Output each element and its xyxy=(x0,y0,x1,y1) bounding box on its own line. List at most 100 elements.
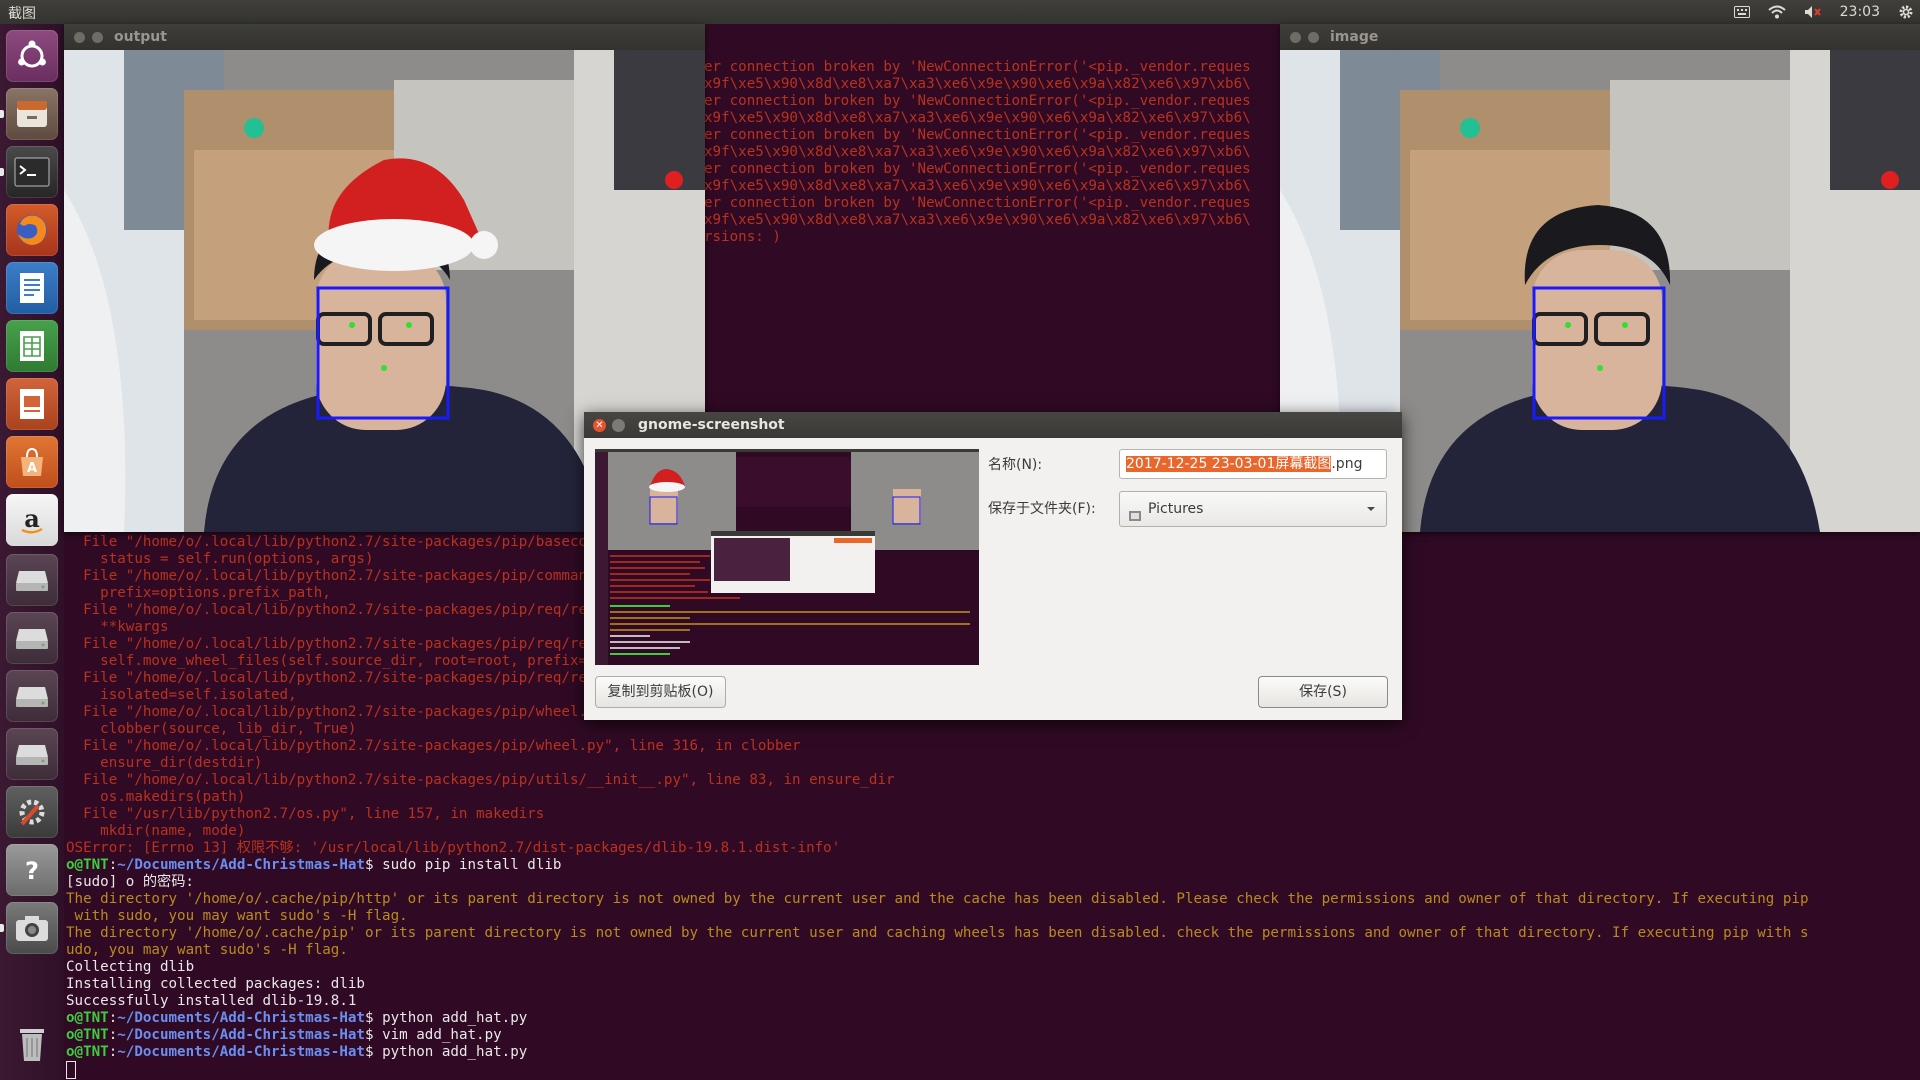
prompt-separator: : xyxy=(108,1010,118,1026)
terminal-line: er connection broken by 'NewConnectionEr… xyxy=(704,195,1251,211)
prompt-user: o@TNT xyxy=(66,857,109,873)
amazon-icon[interactable]: a xyxy=(6,494,58,546)
terminal-prompt-line: o@TNT:~/Documents/Add-Christmas-Hat$ vim… xyxy=(66,1027,1809,1044)
prompt-user: o@TNT xyxy=(66,1044,109,1060)
svg-text:?: ? xyxy=(25,857,39,885)
terminal-icon[interactable] xyxy=(6,146,58,198)
keyboard-icon[interactable] xyxy=(1733,6,1750,18)
prompt-command: $ python add_hat.py xyxy=(364,1010,528,1026)
hard-drive-icon[interactable] xyxy=(6,554,58,606)
terminal-line: Successfully installed dlib-19.8.1 xyxy=(66,993,357,1009)
settings-wrench-icon[interactable] xyxy=(6,786,58,838)
active-app-name: 截图 xyxy=(8,6,36,22)
prompt-separator: : xyxy=(108,857,118,873)
prompt-command: $ vim add_hat.py xyxy=(364,1027,502,1043)
top-panel: 截图 23:03 xyxy=(0,0,1920,24)
running-indicator xyxy=(0,168,4,176)
name-label: 名称(N): xyxy=(988,457,1043,473)
terminal-line: Collecting dlib xyxy=(66,959,195,975)
gear-icon[interactable] xyxy=(1898,4,1914,20)
terminal-line: er connection broken by 'NewConnectionEr… xyxy=(704,161,1251,177)
help-icon[interactable]: ? xyxy=(6,844,58,896)
terminal-line: OSError: [Errno 13] 权限不够: '/usr/local/li… xyxy=(66,840,841,856)
svg-text:a: a xyxy=(24,504,40,533)
terminal-line: x9f\xe5\x90\x8d\xe8\xa7\xa3\xe6\x9e\x90\… xyxy=(704,110,1251,126)
terminal-line xyxy=(66,1061,1809,1079)
terminal-line: The directory '/home/o/.cache/pip/http' … xyxy=(66,891,1809,907)
terminal-line: x9f\xe5\x90\x8d\xe8\xa7\xa3\xe6\x9e\x90\… xyxy=(704,178,1251,194)
indicator-area: 23:03 xyxy=(1733,0,1914,24)
minimize-icon[interactable] xyxy=(612,419,625,432)
file-name-input[interactable]: 2017-12-25 23-03-01屏幕截图.png xyxy=(1119,449,1387,479)
prompt-separator: : xyxy=(108,1027,118,1043)
screenshot-dialog[interactable]: ✕ gnome-screenshot 名称(N): 2017-12-25 23-… xyxy=(584,412,1402,720)
terminal-line: ensure_dir(destdir) xyxy=(66,755,263,771)
running-indicator xyxy=(0,924,4,932)
terminal-prompt-line: o@TNT:~/Documents/Add-Christmas-Hat$ pyt… xyxy=(66,1010,1809,1027)
terminal-line: x9f\xe5\x90\x8d\xe8\xa7\xa3\xe6\x9e\x90\… xyxy=(704,212,1251,228)
running-indicator xyxy=(0,110,4,118)
spreadsheet-icon[interactable] xyxy=(6,320,58,372)
window-title: image xyxy=(1330,29,1379,45)
hard-drive-icon[interactable] xyxy=(6,670,58,722)
terminal-line: x9f\xe5\x90\x8d\xe8\xa7\xa3\xe6\x9e\x90\… xyxy=(704,76,1251,92)
terminal-line: er connection broken by 'NewConnectionEr… xyxy=(704,127,1251,143)
terminal-line: rsions: ) xyxy=(704,229,781,245)
prompt-path: ~/Documents/Add-Christmas-Hat xyxy=(117,1044,365,1060)
close-icon[interactable]: ✕ xyxy=(593,419,606,432)
window-title: output xyxy=(114,29,167,45)
terminal-line: [sudo] o 的密码: xyxy=(66,874,194,890)
camera-icon[interactable] xyxy=(6,902,58,954)
terminal-line: with sudo, you may want sudo's -H flag. xyxy=(66,908,408,924)
terminal-line: er connection broken by 'NewConnectionEr… xyxy=(704,93,1251,109)
chevron-down-icon xyxy=(1366,492,1376,539)
close-icon[interactable] xyxy=(74,32,85,43)
terminal-cursor xyxy=(66,1061,76,1079)
hard-drive-icon[interactable] xyxy=(6,728,58,780)
terminal-line: er connection broken by 'NewConnectionEr… xyxy=(704,59,1251,75)
terminal-line: The directory '/home/o/.cache/pip' or it… xyxy=(66,925,1809,941)
terminal-line: File "/home/o/.local/lib/python2.7/site-… xyxy=(66,772,895,788)
prompt-separator: : xyxy=(108,1044,118,1060)
document-icon[interactable] xyxy=(6,262,58,314)
hard-drive-icon[interactable] xyxy=(6,612,58,664)
prompt-command: $ python add_hat.py xyxy=(364,1044,528,1060)
ubuntu-logo-icon[interactable] xyxy=(6,30,58,82)
file-name-extension: .png xyxy=(1331,456,1363,472)
terminal-line: udo, you may want sudo's -H flag. xyxy=(66,942,348,958)
firefox-icon[interactable] xyxy=(6,204,58,256)
screenshot-preview xyxy=(595,449,979,665)
trash-icon[interactable] xyxy=(6,1018,58,1070)
dialog-title: gnome-screenshot xyxy=(638,417,785,433)
close-icon[interactable] xyxy=(1290,32,1301,43)
folder-label: 保存于文件夹(F): xyxy=(988,501,1096,517)
terminal-line: os.makedirs(path) xyxy=(66,789,246,805)
minimize-icon[interactable] xyxy=(1308,32,1319,43)
prompt-path: ~/Documents/Add-Christmas-Hat xyxy=(117,1027,365,1043)
prompt-user: o@TNT xyxy=(66,1010,109,1026)
shopping-bag-icon[interactable]: A xyxy=(6,436,58,488)
output-titlebar[interactable]: output xyxy=(64,24,705,50)
terminal-line: File "/usr/lib/python2.7/os.py", line 15… xyxy=(66,806,545,822)
dialog-titlebar[interactable]: ✕ gnome-screenshot xyxy=(584,412,1402,438)
prompt-path: ~/Documents/Add-Christmas-Hat xyxy=(117,1010,365,1026)
folder-select[interactable]: Pictures xyxy=(1119,491,1387,527)
presentation-icon[interactable] xyxy=(6,378,58,430)
clock[interactable]: 23:03 xyxy=(1840,4,1880,20)
copy-to-clipboard-button[interactable]: 复制到剪贴板(O) xyxy=(595,676,726,708)
minimize-icon[interactable] xyxy=(92,32,103,43)
file-name-selection: 2017-12-25 23-03-01屏幕截图 xyxy=(1126,456,1332,472)
wifi-icon[interactable] xyxy=(1767,5,1786,19)
terminal-line: Installing collected packages: dlib xyxy=(66,976,365,992)
terminal-line: File "/home/o/.local/lib/python2.7/site-… xyxy=(66,738,801,754)
folder-icon xyxy=(1128,502,1142,536)
save-button[interactable]: 保存(S) xyxy=(1258,676,1388,708)
image-titlebar[interactable]: image xyxy=(1280,24,1920,50)
terminal-line: mkdir(name, mode) xyxy=(66,823,246,839)
svg-text:A: A xyxy=(27,461,37,476)
folder-value: Pictures xyxy=(1148,501,1204,517)
prompt-user: o@TNT xyxy=(66,1027,109,1043)
volume-muted-icon[interactable] xyxy=(1804,5,1822,19)
file-cabinet-icon[interactable] xyxy=(6,88,58,140)
terminal-line: clobber(source, lib_dir, True) xyxy=(66,721,357,737)
